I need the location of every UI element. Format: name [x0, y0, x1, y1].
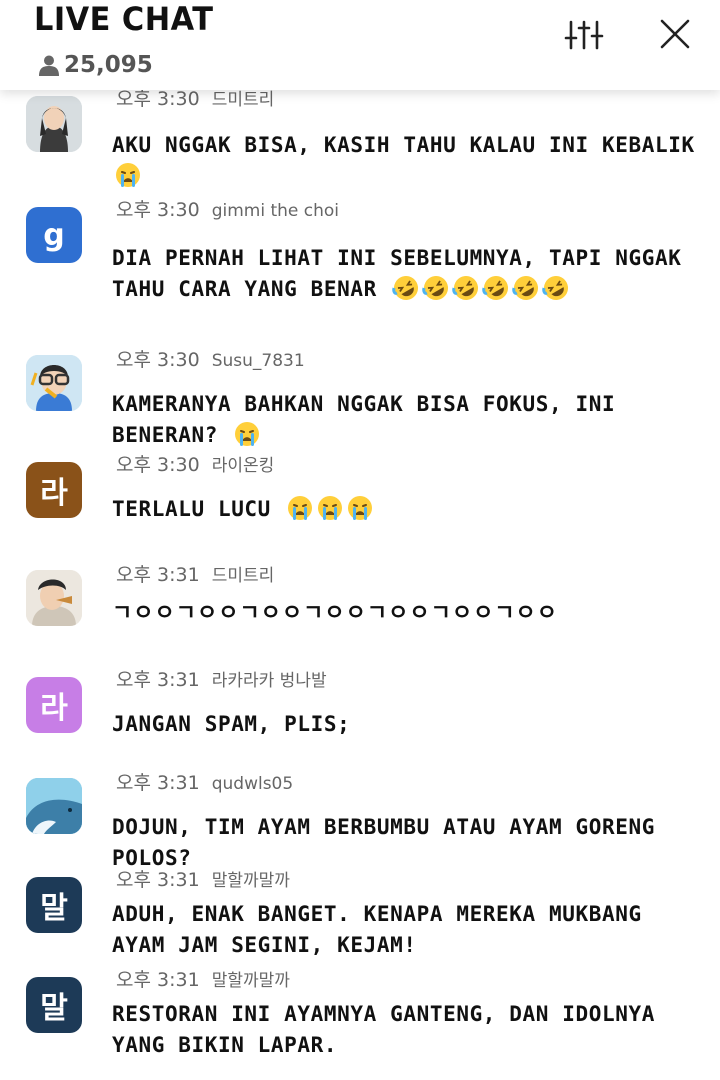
message-body: TERLALU LUCU — [112, 497, 271, 521]
avatar-illustration — [26, 355, 82, 411]
message-meta: 오후 3:31 드미트리 — [116, 560, 274, 587]
message-meta: 오후 3:30 gimmi the choi — [116, 195, 339, 222]
avatar[interactable]: 라 — [26, 677, 82, 733]
message-text: ㄱㅇㅇㄱㅇㅇㄱㅇㅇㄱㅇㅇㄱㅇㅇㄱㅇㅇㄱㅇㅇ — [112, 598, 712, 629]
message-time: 오후 3:31 — [116, 969, 200, 991]
person-icon — [39, 55, 59, 76]
avatar[interactable] — [26, 96, 82, 152]
message-username[interactable]: gimmi the choi — [212, 201, 339, 221]
rofl-face-icon — [512, 274, 540, 311]
viewer-count-value: 25,095 — [64, 52, 153, 78]
message-meta: 오후 3:31 말할까말까 — [116, 965, 290, 992]
message-text: KAMERANYA BAHKAN NGGAK BISA FOKUS, INI B… — [112, 389, 702, 457]
message-time: 오후 3:31 — [116, 869, 200, 891]
message-body: KAMERANYA BAHKAN NGGAK BISA FOKUS, INI B… — [112, 392, 616, 447]
message-meta: 오후 3:30 Susu_7831 — [116, 345, 305, 372]
crying-face-icon — [114, 161, 142, 198]
message-text: ADUH, ENAK BANGET. KENAPA MEREKA MUKBANG… — [112, 899, 702, 961]
rofl-face-icon — [452, 274, 480, 311]
avatar-letter: 라 — [40, 476, 68, 511]
message-text: RESTORAN INI AYAMNYA GANTENG, DAN IDOLNY… — [112, 999, 702, 1061]
message-meta: 오후 3:30 라이온킹 — [116, 450, 274, 477]
avatar-letter: 라 — [40, 691, 68, 726]
crying-face-icon — [346, 494, 374, 531]
message-body: DOJUN, TIM AYAM BERBUMBU ATAU AYAM GOREN… — [112, 815, 655, 870]
message-username[interactable]: qudwls05 — [212, 774, 293, 794]
chat-header: LIVE CHAT 25,095 — [0, 0, 720, 90]
crying-face-icon — [316, 494, 344, 531]
message-time: 오후 3:31 — [116, 669, 200, 691]
rofl-face-icon — [542, 274, 570, 311]
message-username[interactable]: 말할까말까 — [212, 971, 290, 991]
message-body: RESTORAN INI AYAMNYA GANTENG, DAN IDOLNY… — [112, 1002, 655, 1057]
message-meta: 오후 3:31 라카라카 벙나발 — [116, 665, 327, 692]
message-time: 오후 3:30 — [116, 349, 200, 371]
avatar-letter: 말 — [40, 991, 68, 1026]
message-text: JANGAN SPAM, PLIS; — [112, 709, 702, 740]
message-username[interactable]: 라이온킹 — [212, 456, 275, 476]
rofl-face-icon — [422, 274, 450, 311]
message-meta: 오후 3:31 말할까말까 — [116, 865, 290, 892]
viewer-count: 25,095 — [38, 52, 153, 78]
whale-icon — [26, 778, 82, 834]
message-username[interactable]: Susu_7831 — [212, 351, 305, 371]
avatar-illustration — [26, 96, 82, 152]
avatar[interactable]: g — [26, 207, 82, 263]
page-title: LIVE CHAT — [34, 0, 214, 38]
message-username[interactable]: 드미트리 — [212, 90, 275, 110]
avatar[interactable]: 말 — [26, 877, 82, 933]
avatar-letter: g — [43, 217, 65, 253]
message-body: JANGAN SPAM, PLIS; — [112, 712, 351, 736]
message-username[interactable]: 말할까말까 — [212, 871, 290, 891]
message-time: 오후 3:31 — [116, 564, 200, 586]
message-text: AKU NGGAK BISA, KASIH TAHU KALAU INI KEB… — [112, 130, 702, 198]
message-body: ADUH, ENAK BANGET. KENAPA MEREKA MUKBANG… — [112, 902, 642, 957]
close-icon — [660, 19, 690, 49]
avatar[interactable]: 라 — [26, 462, 82, 518]
rofl-face-icon — [482, 274, 510, 311]
sliders-icon — [564, 20, 604, 50]
message-username[interactable]: 드미트리 — [212, 566, 275, 586]
avatar-illustration — [26, 570, 82, 626]
message-text: DIA PERNAH LIHAT INI SEBELUMNYA, TAPI NG… — [112, 243, 702, 311]
avatar[interactable] — [26, 570, 82, 626]
message-time: 오후 3:30 — [116, 454, 200, 476]
crying-face-icon — [286, 494, 314, 531]
message-body: ㄱㅇㅇㄱㅇㅇㄱㅇㅇㄱㅇㅇㄱㅇㅇㄱㅇㅇㄱㅇㅇ — [112, 601, 559, 626]
close-button[interactable] — [652, 14, 698, 56]
message-time: 오후 3:30 — [116, 88, 200, 110]
avatar[interactable] — [26, 355, 82, 411]
settings-button[interactable] — [562, 14, 608, 56]
message-time: 오후 3:31 — [116, 772, 200, 794]
chat-message-list[interactable]: 오후 3:30 드미트리 AKU NGGAK BISA, KASIH TAHU … — [0, 60, 720, 1080]
avatar[interactable] — [26, 778, 82, 834]
message-meta: 오후 3:31 qudwls05 — [116, 768, 293, 795]
message-text: TERLALU LUCU — [112, 494, 702, 531]
message-time: 오후 3:30 — [116, 199, 200, 221]
message-username[interactable]: 라카라카 벙나발 — [212, 671, 327, 691]
avatar-letter: 말 — [40, 891, 68, 926]
rofl-face-icon — [392, 274, 420, 311]
avatar[interactable]: 말 — [26, 977, 82, 1033]
message-body: AKU NGGAK BISA, KASIH TAHU KALAU INI KEB… — [112, 133, 695, 157]
